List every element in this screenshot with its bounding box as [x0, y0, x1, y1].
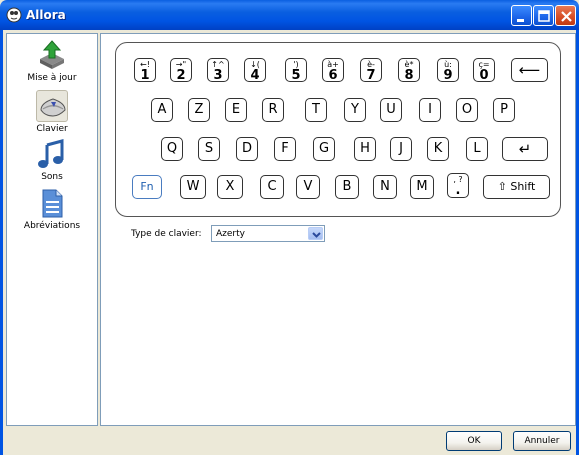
chevron-down-icon[interactable] — [308, 227, 323, 240]
title-bar: Allora — [0, 0, 579, 30]
close-button[interactable] — [555, 5, 576, 26]
key-o[interactable]: O — [456, 98, 478, 122]
key-8[interactable]: è* 8 — [398, 58, 420, 82]
key-primary-label: 8 — [404, 68, 414, 83]
key-t[interactable]: T — [305, 98, 327, 122]
sidebar-item-keyboard[interactable]: Clavier — [7, 90, 97, 134]
sidebar: Mise à jour Clavier Sons Abréviations — [6, 33, 98, 426]
enter-key[interactable]: ↵ — [502, 137, 548, 161]
key-9[interactable]: ù: 9 — [437, 58, 459, 82]
sidebar-item-abbreviations[interactable]: Abréviations — [7, 187, 97, 231]
key-u[interactable]: U — [380, 98, 402, 122]
key-c[interactable]: C — [260, 175, 284, 199]
key-0[interactable]: ç= 0 — [473, 58, 495, 82]
key-3[interactable]: ↑^ 3 — [207, 58, 229, 82]
keyboard-type-select[interactable]: Azerty — [211, 225, 325, 242]
key-primary-label: 3 — [213, 68, 223, 83]
key-6[interactable]: à+ 6 — [322, 58, 344, 82]
key-primary-label: . — [455, 183, 461, 198]
music-note-icon — [38, 139, 64, 168]
key-5[interactable]: ') 5 — [285, 58, 307, 82]
app-icon — [6, 7, 22, 23]
backspace-key[interactable]: ⟵ — [511, 58, 548, 82]
key-g[interactable]: G — [313, 137, 335, 161]
close-icon — [561, 11, 572, 22]
key-r[interactable]: R — [262, 98, 284, 122]
cancel-button[interactable]: Annuler — [513, 431, 571, 451]
key-x[interactable]: X — [217, 175, 243, 199]
sidebar-item-label: Sons — [41, 172, 63, 182]
key-punctuation[interactable]: , ?. — [447, 173, 469, 198]
key-l[interactable]: L — [466, 137, 488, 161]
window-title: Allora — [26, 8, 66, 22]
key-primary-label: 6 — [328, 68, 338, 83]
key-d[interactable]: D — [236, 137, 258, 161]
key-primary-label: 5 — [291, 68, 301, 83]
key-v[interactable]: V — [296, 175, 320, 199]
key-k[interactable]: K — [427, 137, 449, 161]
fn-key[interactable]: Fn — [132, 175, 162, 199]
ok-button[interactable]: OK — [446, 431, 502, 451]
key-m[interactable]: M — [410, 175, 434, 199]
key-primary-label: 9 — [443, 68, 453, 83]
sidebar-item-label: Mise à jour — [27, 73, 77, 83]
update-icon — [40, 40, 64, 69]
shift-key[interactable]: ⇧ Shift — [483, 175, 550, 199]
key-b[interactable]: B — [335, 175, 359, 199]
key-primary-label: 7 — [366, 68, 376, 83]
key-j[interactable]: J — [390, 137, 412, 161]
key-y[interactable]: Y — [344, 98, 366, 122]
key-2[interactable]: →" 2 — [170, 58, 192, 82]
minimize-icon — [517, 19, 524, 22]
keyboard-type-value: Azerty — [216, 229, 245, 239]
maximize-button[interactable] — [533, 5, 554, 26]
key-a[interactable]: A — [151, 98, 173, 122]
sidebar-item-label: Clavier — [36, 124, 68, 134]
key-1[interactable]: ←! 1 — [134, 58, 156, 82]
key-7[interactable]: è- 7 — [360, 58, 382, 82]
key-s[interactable]: S — [198, 137, 220, 161]
sidebar-item-label: Abréviations — [23, 221, 81, 231]
key-w[interactable]: W — [180, 175, 206, 199]
key-primary-label: 4 — [250, 68, 260, 83]
key-p[interactable]: P — [493, 98, 515, 122]
maximize-icon — [538, 10, 550, 22]
key-primary-label: 2 — [176, 68, 186, 83]
key-h[interactable]: H — [354, 137, 376, 161]
sidebar-item-sounds[interactable]: Sons — [7, 138, 97, 182]
document-icon — [42, 189, 63, 218]
virtual-keyboard: ←! 1 →" 2 ↑^ 3 ↓(4 ') 5 à+ 6 è- 7 è* 8 ù: 9 ç= 0 … — [115, 42, 561, 217]
key-n[interactable]: N — [373, 175, 397, 199]
key-f[interactable]: F — [274, 137, 296, 161]
key-e[interactable]: E — [225, 98, 247, 122]
minimize-button[interactable] — [511, 5, 532, 26]
key-primary-label: 0 — [479, 68, 489, 83]
keyboard-icon — [40, 98, 66, 117]
key-4[interactable]: ↓(4 — [244, 58, 266, 82]
sidebar-item-update[interactable]: Mise à jour — [7, 39, 97, 83]
keyboard-type-label: Type de clavier: — [131, 229, 202, 239]
key-q[interactable]: Q — [161, 137, 183, 161]
key-primary-label: 1 — [140, 68, 150, 83]
key-z[interactable]: Z — [188, 98, 210, 122]
key-i[interactable]: I — [419, 98, 441, 122]
